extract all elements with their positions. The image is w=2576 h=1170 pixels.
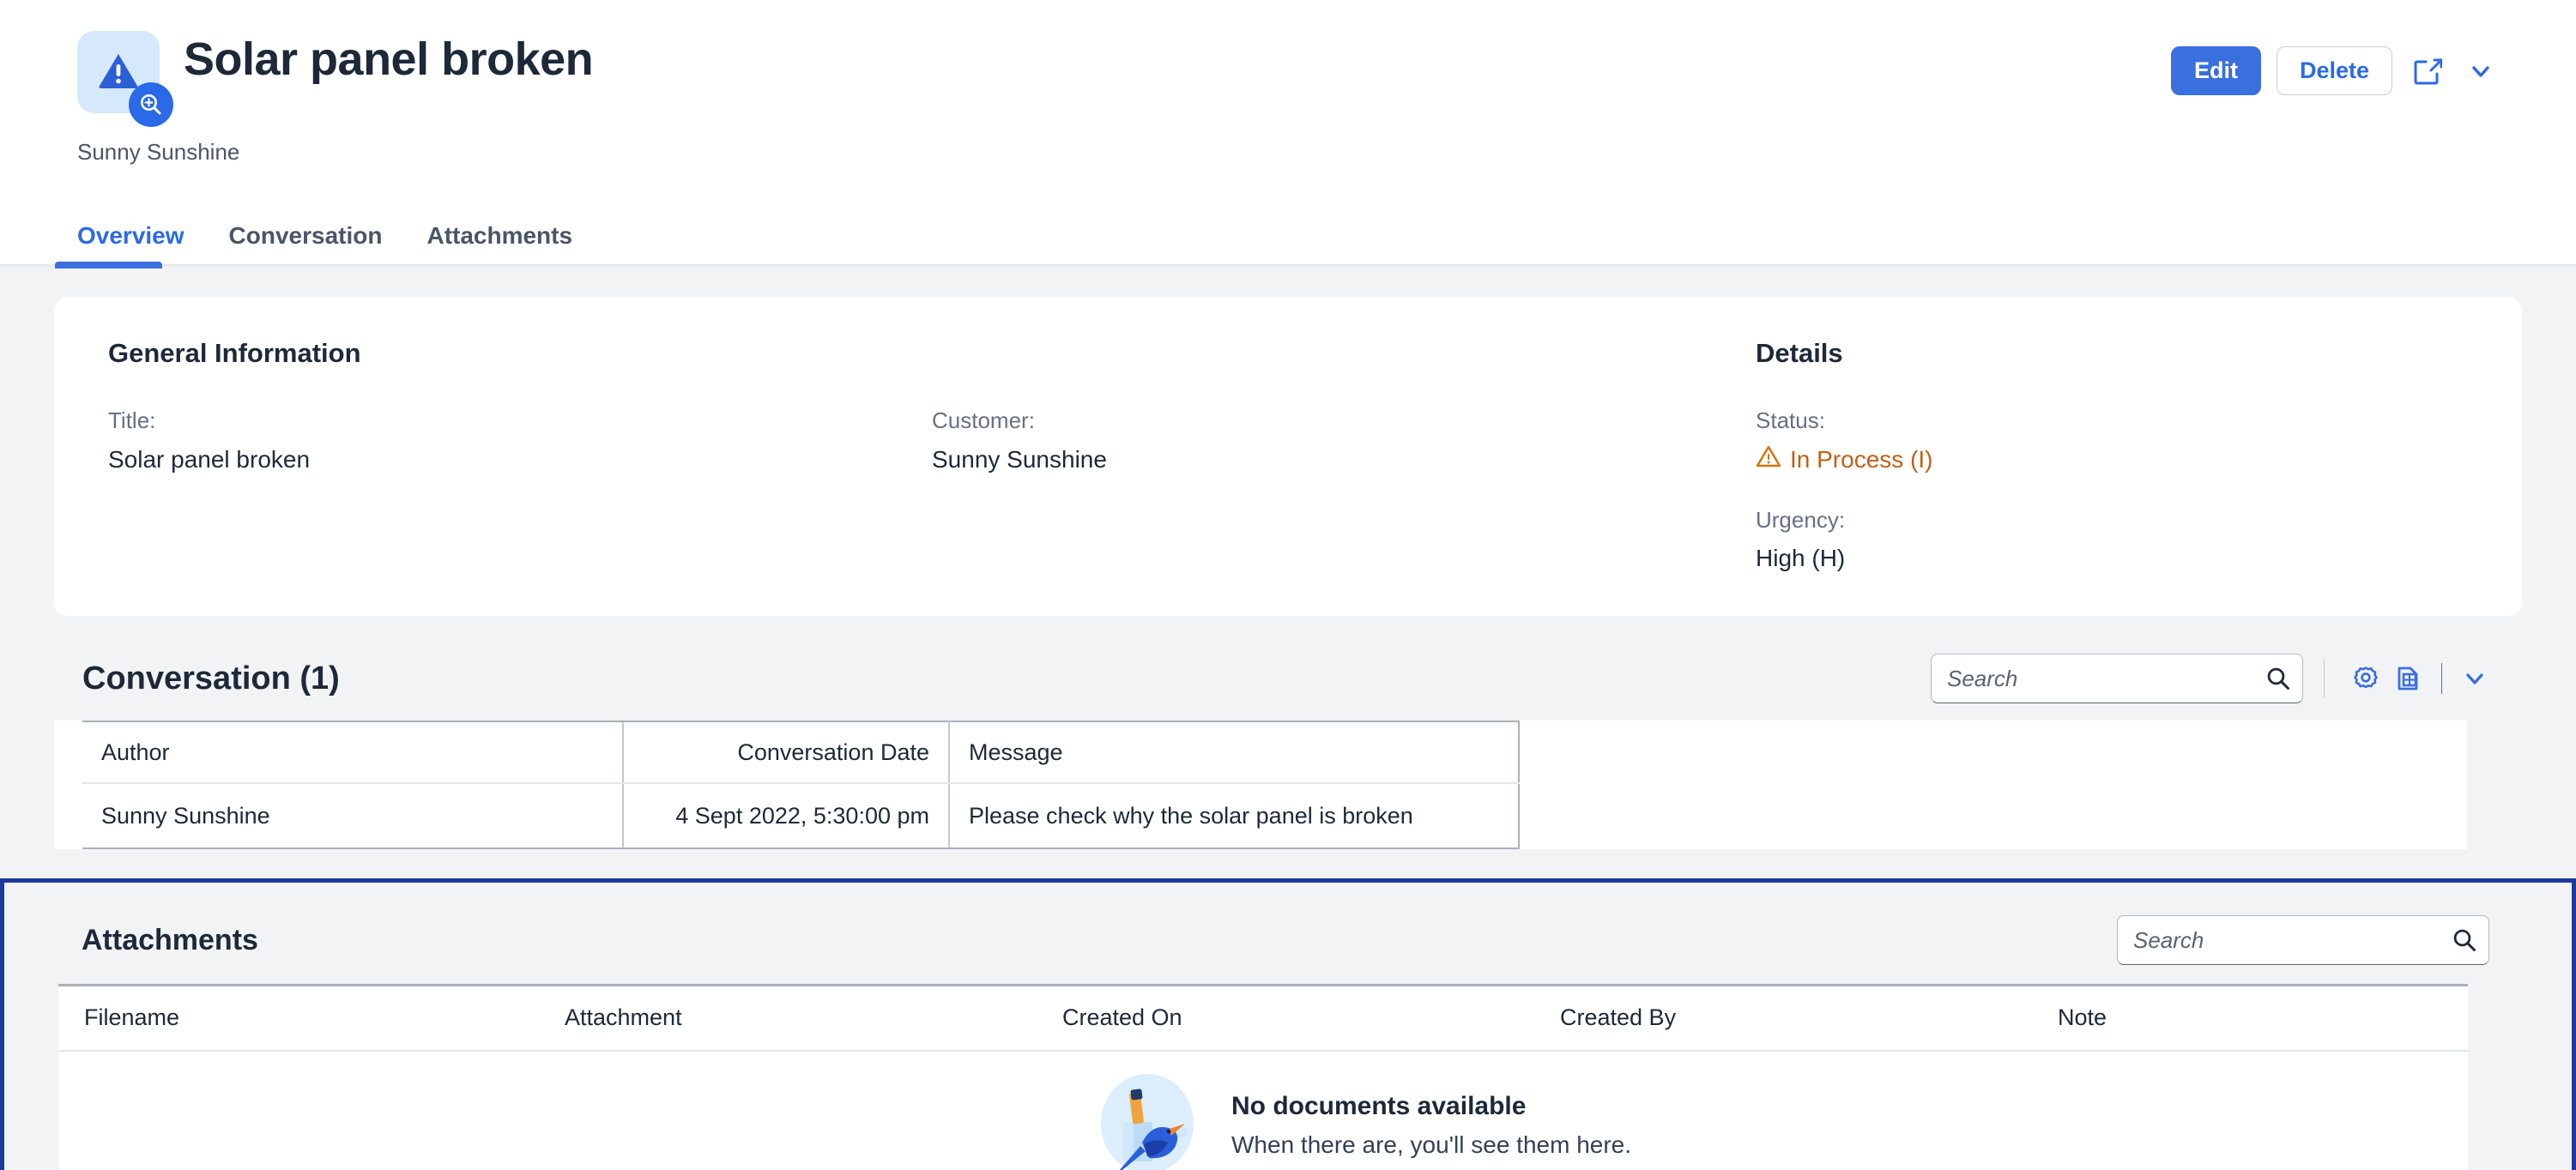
conversation-heading: Conversation (1)	[82, 660, 340, 697]
avatar: Sunny Sunshine	[77, 31, 240, 166]
warning-triangle-icon	[98, 51, 139, 93]
cell-conversation-date: 4 Sept 2022, 5:30:00 pm	[622, 783, 950, 849]
field-customer-value: Sunny Sunshine	[932, 445, 1107, 473]
attachments-table-container: Filename Attachment Created On Created B…	[58, 984, 2468, 1170]
column-header-author[interactable]: Author	[82, 721, 623, 784]
tab-overview[interactable]: Overview	[55, 222, 207, 268]
status-text: In Process (I)	[1790, 446, 1933, 473]
field-title-label: Title:	[108, 407, 156, 433]
empty-state-subtitle: When there are, you'll see them here.	[1231, 1131, 1632, 1159]
header-actions: Edit Delete	[2170, 31, 2499, 96]
cell-message: Please check why the solar panel is brok…	[949, 783, 1520, 849]
general-information-heading: General Information	[108, 338, 361, 368]
conversation-table-container: Author Conversation Date Message Sunny S…	[54, 721, 2467, 849]
empty-state-cell: No documents available When there are, y…	[58, 1050, 2468, 1170]
field-urgency: Urgency: High (H)	[1756, 506, 2468, 574]
chevron-down-icon[interactable]	[2463, 53, 2499, 89]
warning-triangle-outline-icon	[1756, 444, 1781, 475]
empty-state-title: No documents available	[1231, 1092, 1527, 1121]
column-header-created-by[interactable]: Created By	[1534, 984, 2032, 1052]
bird-and-glass-illustration	[1092, 1069, 1202, 1170]
general-information-section: General Information Title: Solar panel b…	[108, 338, 1756, 573]
field-customer: Customer: Sunny Sunshine	[932, 407, 1756, 474]
conversation-section-header: Conversation (1)	[82, 654, 2494, 721]
delete-button[interactable]: Delete	[2276, 46, 2392, 96]
attachments-section[interactable]: Attachments Filename Attachment Crea	[0, 878, 2576, 1170]
avatar-subtitle: Sunny Sunshine	[77, 139, 240, 165]
empty-state: No documents available When there are, y…	[58, 1069, 2468, 1170]
attachments-table: Filename Attachment Created On Created B…	[58, 984, 2468, 1170]
field-status: Status: In Process (I)	[1756, 407, 2468, 475]
table-header-row: Author Conversation Date Message	[82, 721, 1520, 784]
field-title-value: Solar panel broken	[108, 445, 311, 473]
column-header-attachment[interactable]: Attachment	[539, 984, 1037, 1052]
empty-state-text: No documents available When there are, y…	[1231, 1092, 1631, 1159]
field-customer-label: Customer:	[932, 407, 1035, 433]
details-section: Details Status: In Process (I) Urgency: …	[1756, 338, 2468, 573]
conversation-search-input[interactable]	[1931, 654, 2303, 703]
tab-conversation[interactable]: Conversation	[207, 222, 405, 268]
status-badge: In Process (I)	[1756, 444, 2468, 475]
field-status-label: Status:	[1756, 407, 1825, 433]
attachments-search[interactable]	[2117, 915, 2489, 965]
page-body: General Information Title: Solar panel b…	[0, 297, 2576, 1170]
column-header-created-on[interactable]: Created On	[1037, 984, 1534, 1052]
cell-author: Sunny Sunshine	[82, 783, 623, 849]
chevron-down-icon[interactable]	[2456, 660, 2494, 697]
conversation-section: Conversation (1) Search Author Conversat…	[0, 654, 2576, 849]
conversation-toolbar	[1931, 654, 2494, 703]
table-row[interactable]: Sunny Sunshine 4 Sept 2022, 5:30:00 pm P…	[82, 783, 1520, 849]
tab-bar: Overview Conversation Attachments	[0, 202, 2576, 268]
attachments-section-header: Attachments	[4, 883, 2572, 984]
avatar-tile	[77, 31, 173, 127]
column-header-note[interactable]: Note	[2032, 984, 2468, 1052]
tab-attachments[interactable]: Attachments	[404, 222, 595, 268]
table-header-row: Filename Attachment Created On Created B…	[58, 984, 2468, 1052]
field-urgency-label: Urgency:	[1756, 506, 1846, 533]
attachments-heading: Attachments	[82, 923, 258, 956]
page-header: Sunny Sunshine Solar panel broken Edit D…	[0, 0, 2576, 268]
column-header-message[interactable]: Message	[949, 721, 1520, 784]
edit-button[interactable]: Edit	[2170, 46, 2261, 96]
toolbar-divider-secondary	[2441, 663, 2442, 694]
zoom-in-icon	[129, 82, 173, 127]
spreadsheet-export-icon[interactable]	[2386, 658, 2428, 699]
page-title: Solar panel broken	[184, 33, 594, 85]
column-header-conversation-date[interactable]: Conversation Date	[622, 721, 950, 784]
title-block: Solar panel broken	[184, 31, 2171, 85]
field-urgency-value: High (H)	[1756, 545, 1846, 571]
field-title: Title: Solar panel broken	[108, 407, 932, 474]
overview-card: General Information Title: Solar panel b…	[54, 297, 2522, 616]
share-icon[interactable]	[2408, 51, 2447, 91]
header-top-row: Sunny Sunshine Solar panel broken Edit D…	[0, 0, 2576, 166]
conversation-table: Author Conversation Date Message Sunny S…	[82, 721, 1520, 849]
attachments-search-input[interactable]	[2117, 915, 2489, 965]
table-empty-row: No documents available When there are, y…	[58, 1050, 2468, 1170]
conversation-search[interactable]	[1931, 654, 2303, 703]
gear-icon[interactable]	[2345, 658, 2386, 699]
toolbar-divider	[2324, 660, 2325, 697]
details-heading: Details	[1756, 338, 1843, 368]
column-header-filename[interactable]: Filename	[58, 984, 539, 1052]
